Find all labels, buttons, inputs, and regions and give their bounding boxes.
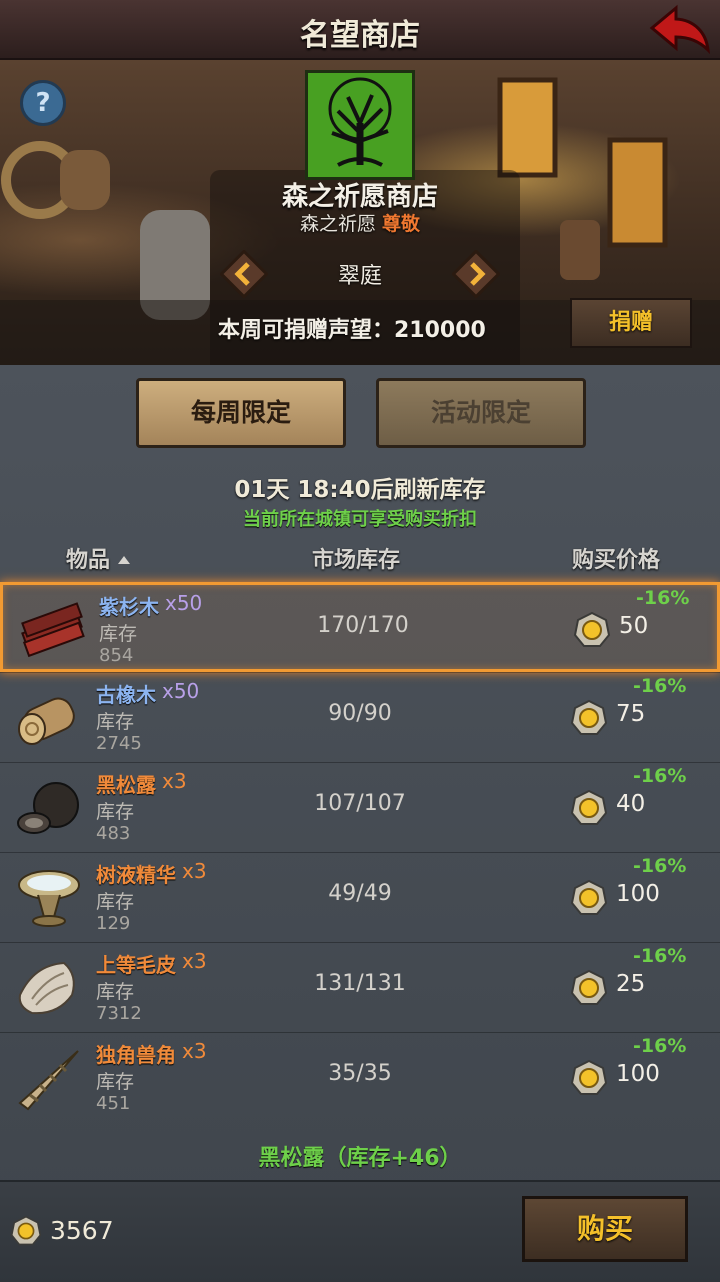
stock-label: 库存 [96, 1071, 135, 1093]
item-name: 黑松露 [96, 773, 156, 797]
item-price: 50 [619, 613, 649, 639]
item-name: 古橡木 [96, 683, 156, 707]
help-button[interactable]: ? [20, 80, 66, 126]
market-stock: 107/107 [314, 791, 406, 816]
wallet-amount: 3567 [50, 1216, 114, 1245]
item-price: 100 [616, 881, 660, 907]
fur-icon [18, 961, 75, 1015]
stock-value: 451 [96, 1093, 131, 1114]
next-town-icon[interactable] [452, 250, 500, 298]
page-title: 名望商店 [300, 18, 420, 53]
title-bar: 名望商店 [0, 0, 720, 60]
stock-label: 库存 [99, 623, 138, 645]
discount-badge: -16% [636, 587, 690, 609]
item-price: 25 [616, 971, 646, 997]
stock-value: 854 [99, 645, 134, 666]
column-header-price: 购买价格 [572, 548, 661, 573]
table-row[interactable]: 黑松露 x3 库存 483 107/107 -16% 40 [0, 762, 720, 852]
reputation-line: 森之祈愿 尊敬 [0, 209, 720, 236]
selected-item-note: 黑松露（库存+46） [258, 1146, 462, 1171]
tab-event-limited[interactable]: 活动限定 [376, 378, 586, 448]
table-row[interactable]: 紫杉木 x50 库存 854 170/170 -16% 50 [0, 582, 720, 672]
item-name: 树液精华 [96, 863, 176, 887]
black-truffle-icon [17, 782, 79, 834]
donate-button[interactable]: 捐赠 [570, 298, 692, 348]
table-row[interactable]: 树液精华 x3 库存 129 49/49 -16% 100 [0, 852, 720, 942]
shop-name: 森之祈愿商店 [281, 182, 438, 212]
item-quantity: x3 [182, 1039, 207, 1063]
item-name: 上等毛皮 [96, 953, 176, 977]
stock-value: 2745 [96, 733, 142, 754]
market-stock: 131/131 [314, 971, 406, 996]
stock-value: 483 [96, 823, 131, 844]
stock-label: 库存 [96, 891, 135, 913]
town-name: 翠庭 [337, 264, 382, 289]
item-price: 75 [616, 701, 646, 727]
table-row[interactable]: 独角兽角 x3 库存 451 35/35 -16% 100 [0, 1032, 720, 1122]
market-stock: 35/35 [328, 1061, 392, 1086]
coin-icon [10, 1215, 42, 1246]
unicorn-horn-icon [18, 1050, 79, 1111]
tree-emblem-icon [305, 70, 415, 180]
item-name: 紫杉木 [99, 595, 159, 619]
ancient-oak-icon [18, 697, 75, 745]
item-quantity: x3 [182, 949, 207, 973]
table-row[interactable]: 上等毛皮 x3 库存 7312 131/131 -16% 25 [0, 942, 720, 1032]
item-quantity: x3 [162, 769, 187, 793]
stock-label: 库存 [96, 711, 135, 733]
stock-value: 7312 [96, 1003, 142, 1024]
discount-badge: -16% [633, 675, 687, 697]
discount-note: 当前所在城镇可享受购买折扣 [243, 509, 477, 530]
item-quantity: x50 [165, 591, 203, 615]
yew-wood-icon [21, 602, 85, 658]
reputation-level: 尊敬 [382, 213, 421, 235]
tab-weekly-limited[interactable]: 每周限定 [136, 378, 346, 448]
market-stock: 49/49 [328, 881, 392, 906]
discount-badge: -16% [633, 945, 687, 967]
stock-label: 库存 [96, 981, 135, 1003]
coin-icon [570, 969, 608, 1005]
item-quantity: x50 [162, 679, 200, 703]
buy-button[interactable]: 购买 [522, 1196, 688, 1262]
market-stock: 170/170 [317, 613, 409, 638]
item-name: 独角兽角 [96, 1043, 176, 1067]
back-arrow-icon[interactable] [648, 4, 712, 54]
refresh-timer: 01天 18:40后刷新库存 [234, 477, 486, 503]
discount-badge: -16% [633, 765, 687, 787]
sap-essence-icon [18, 870, 80, 927]
table-row[interactable]: 古橡木 x50 库存 2745 90/90 -16% 75 [0, 672, 720, 762]
coin-icon [570, 789, 608, 825]
table-header: 物品 市场库存 购买价格 [0, 538, 720, 578]
item-price: 100 [616, 1061, 660, 1087]
faction-name: 森之祈愿 [299, 213, 376, 235]
coin-icon [573, 611, 611, 647]
stock-label: 库存 [96, 801, 135, 823]
stock-value: 129 [96, 913, 131, 934]
sort-ascending-icon [118, 556, 130, 564]
coin-icon [570, 1059, 608, 1095]
column-header-item[interactable]: 物品 [66, 542, 110, 574]
column-header-stock: 市场库存 [312, 548, 401, 573]
item-price: 40 [616, 791, 646, 817]
coin-icon [570, 879, 608, 915]
market-stock: 90/90 [328, 701, 392, 726]
discount-badge: -16% [633, 1035, 687, 1057]
donate-reputation-text: 本周可捐赠声望：210000 [218, 318, 486, 343]
item-quantity: x3 [182, 859, 207, 883]
coin-icon [570, 699, 608, 735]
discount-badge: -16% [633, 855, 687, 877]
